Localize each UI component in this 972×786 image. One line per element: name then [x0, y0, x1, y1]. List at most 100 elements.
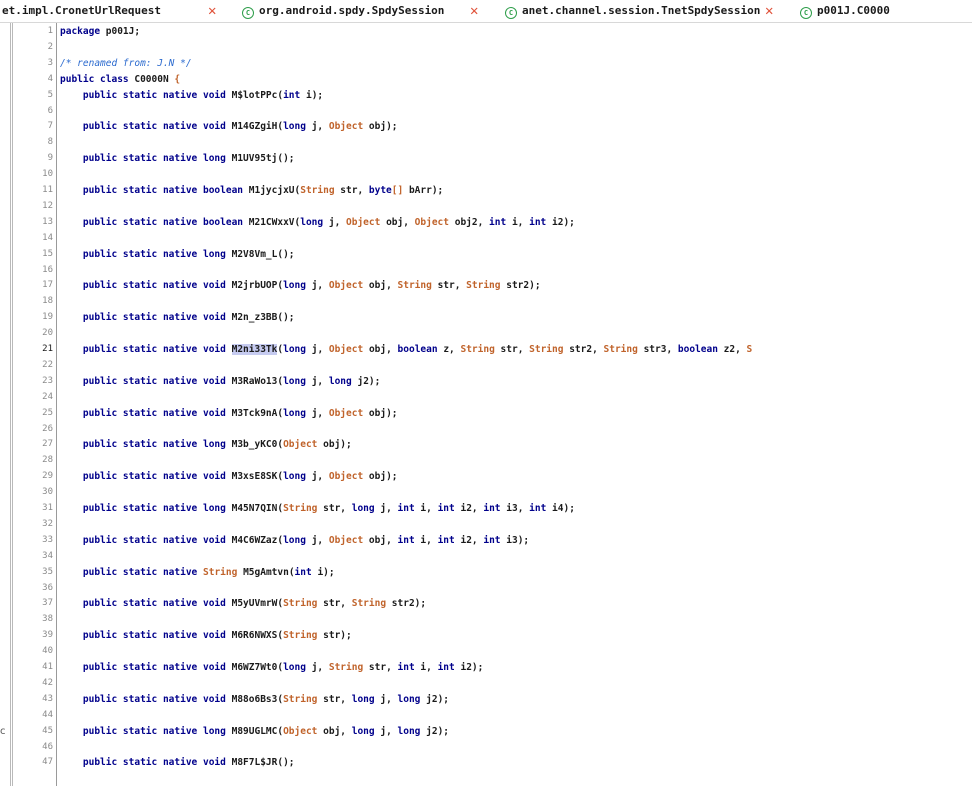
code-token: { [174, 73, 181, 85]
code-token: i2); [546, 216, 575, 228]
code-text[interactable]: public static native void M6R6NWXS(Strin… [60, 630, 352, 641]
code-token: long [283, 375, 306, 387]
code-token: str, [317, 598, 352, 610]
code-token: z, [437, 344, 461, 355]
code-token: long [283, 471, 306, 483]
line-number: 31 [42, 503, 53, 513]
code-text[interactable]: public static native void M3RaWo13(long … [60, 376, 380, 387]
code-text[interactable]: public static native long M89UGLMC(Objec… [60, 726, 449, 737]
code-token: j, [374, 503, 398, 514]
line-number: 23 [42, 375, 53, 386]
code-text[interactable]: public static native void M2ni33Tk(long … [60, 344, 752, 355]
code-token: public static native long [60, 248, 226, 260]
code-token: int [397, 503, 415, 514]
code-token: long [283, 121, 306, 133]
code-token: long [397, 725, 421, 737]
code-token: public static native void [60, 693, 226, 705]
code-token: String [397, 280, 432, 292]
code-token: Object [328, 344, 364, 355]
code-token: j, [305, 662, 329, 673]
line-number: 9 [47, 153, 53, 164]
code-token: obj); [317, 439, 352, 451]
code-token: str2); [500, 280, 541, 292]
class-icon: C [800, 7, 812, 19]
code-text[interactable]: public static native void M2jrbUOP(long … [60, 280, 541, 291]
code-text[interactable]: public static native void M14GZgiH(long … [60, 121, 398, 132]
code-text[interactable]: /* renamed from: J.N */ [60, 58, 192, 69]
code-token: M5gAmtvn( [237, 566, 295, 578]
code-text[interactable]: public static native boolean M1jycjxU(St… [60, 185, 443, 196]
code-text[interactable]: public static native void M2n_z3BB(); [60, 312, 295, 323]
code-token: obj2, [449, 216, 490, 228]
code-token: obj); [363, 407, 398, 419]
tab-cronet-url-request[interactable]: et.impl.CronetUrlRequest ✕ [2, 0, 216, 22]
code-token: public static native long [60, 439, 226, 451]
code-text[interactable]: public static native void M$lotPPc(int i… [60, 90, 323, 101]
code-token: long [328, 375, 352, 387]
code-text[interactable]: public static native void M8F7L$JR(); [60, 757, 295, 768]
code-text[interactable]: package p001J; [60, 26, 140, 37]
code-editor[interactable]: 1 package p001J; 2 3/* renamed from: J.N */… [13, 23, 972, 786]
line-number: 41 [42, 662, 53, 672]
code-token: Object [283, 725, 318, 737]
close-icon[interactable]: ✕ [765, 0, 773, 22]
class-icon: C [505, 7, 517, 19]
code-text[interactable]: public static native long M3b_yKC0(Objec… [60, 439, 352, 450]
code-token: M3Tck9nA( [225, 407, 284, 419]
code-token: obj, [317, 725, 352, 737]
code-token: i3, [500, 503, 530, 514]
code-token: str2, [563, 344, 604, 355]
code-text[interactable]: public static native long M2V8Vm_L(); [60, 249, 295, 260]
line-number: 26 [42, 423, 53, 434]
code-text[interactable]: public static native void M3Tck9nA(long … [60, 408, 398, 419]
code-token: i4); [546, 503, 575, 514]
code-text[interactable]: public static native long M45N7QIN(Strin… [60, 503, 575, 514]
tab-c0000n[interactable]: Cp001J.C0000 [800, 0, 890, 22]
code-token: obj); [363, 121, 398, 133]
line-number: 42 [42, 677, 53, 688]
line-number: 40 [42, 646, 53, 657]
line-number: 20 [42, 328, 53, 339]
line-number: 21 [42, 344, 53, 354]
code-token: str, [494, 344, 530, 355]
close-icon[interactable]: ✕ [208, 0, 216, 22]
code-token: str); [317, 630, 352, 642]
code-token: long [283, 280, 306, 292]
code-text[interactable]: public static native void M3xsE8SK(long … [60, 471, 398, 482]
class-icon: C [242, 7, 254, 19]
code-token: bArr); [403, 185, 444, 196]
tab-tnet-spdy-session[interactable]: Canet.channel.session.TnetSpdySession ✕ [505, 0, 773, 22]
line-number: 8 [47, 137, 53, 148]
code-token: i, [414, 534, 438, 546]
line-number: 34 [42, 550, 53, 561]
code-token: String [328, 662, 364, 673]
code-token: j2); [351, 375, 381, 387]
code-text[interactable]: public static native void M5yUVmrW(Strin… [60, 598, 426, 609]
close-icon[interactable]: ✕ [470, 0, 478, 22]
tab-spdy-session[interactable]: Corg.android.spdy.SpdySession ✕ [242, 0, 478, 22]
line-number: 24 [42, 391, 53, 402]
code-text[interactable]: public static native void M88o6Bs3(Strin… [60, 694, 449, 705]
code-token: int [437, 503, 455, 514]
code-text[interactable]: public class C0000N { [60, 74, 180, 85]
code-token: str, [317, 693, 352, 705]
code-text[interactable]: public static native long M1UV95tj(); [60, 153, 295, 164]
side-panel-edge[interactable] [0, 23, 13, 786]
code-text[interactable]: public static native void M4C6WZaz(long … [60, 535, 529, 546]
line-number: 30 [42, 487, 53, 498]
code-token: M5yUVmrW( [225, 598, 284, 610]
code-token: long [397, 693, 421, 705]
code-text[interactable]: public static native void M6WZ7Wt0(long … [60, 662, 483, 673]
code-token: int [483, 534, 501, 546]
code-token: M6R6NWXS( [225, 630, 284, 642]
code-text[interactable]: public static native String M5gAmtvn(int… [60, 567, 335, 578]
code-text[interactable]: public static native boolean M21CWxxV(lo… [60, 217, 575, 228]
code-token: M14GZgiH( [225, 121, 284, 133]
code-token: M2V8Vm_L(); [225, 248, 295, 260]
code-token: package [60, 26, 101, 37]
line-number: 14 [42, 232, 53, 243]
code-token: int [489, 216, 507, 228]
line-number: 37 [42, 598, 53, 609]
line-number: 4 [47, 73, 53, 84]
code-token: M3b_yKC0( [225, 439, 284, 451]
